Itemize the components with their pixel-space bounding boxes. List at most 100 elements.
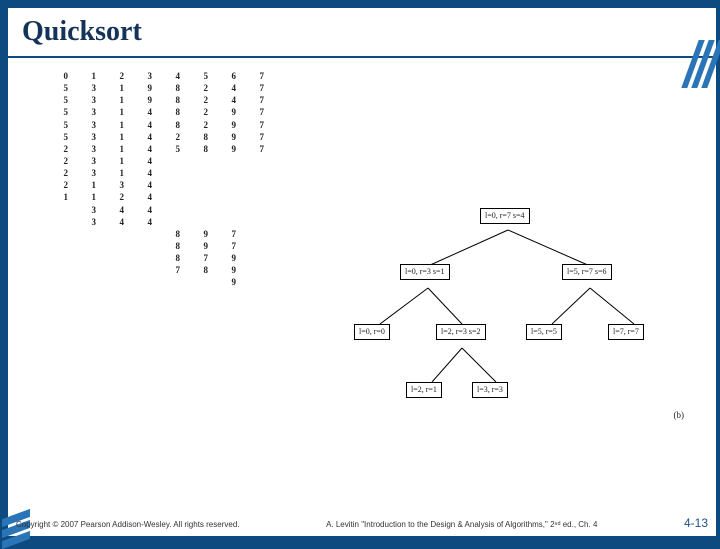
table-cell (194, 155, 208, 167)
table-cell: 5 (54, 82, 68, 94)
table-cell: 1 (110, 167, 124, 179)
table-header-cell: 6 (222, 70, 236, 82)
table-cell (138, 264, 152, 276)
table-cell (110, 228, 124, 240)
table-cell: 2 (54, 167, 68, 179)
table-cell (54, 264, 68, 276)
table-cell (222, 179, 236, 191)
table-row: 53198247 (54, 82, 344, 94)
table-row: 2314 (54, 167, 344, 179)
tree-node: l=0, r=3 s=1 (400, 264, 450, 280)
tree-sublabel: (b) (674, 410, 685, 420)
table-cell: 8 (166, 119, 180, 131)
table-cell: 7 (250, 143, 264, 155)
table-cell (54, 240, 68, 252)
table-cell: 9 (138, 82, 152, 94)
table-row: 897 (54, 240, 344, 252)
table-cell: 4 (138, 167, 152, 179)
table-header-cell: 1 (82, 70, 96, 82)
table-cell (194, 179, 208, 191)
table-cell: 3 (82, 131, 96, 143)
tree-node: l=3, r=3 (472, 382, 508, 398)
footer: Copyright © 2007 Pearson Addison-Wesley.… (16, 516, 708, 530)
table-cell: 8 (194, 143, 208, 155)
table-cell (250, 191, 264, 203)
table-cell: 1 (110, 119, 124, 131)
table-cell (54, 228, 68, 240)
table-cell: 4 (138, 119, 152, 131)
table-header-cell: 4 (166, 70, 180, 82)
table-cell: 4 (138, 191, 152, 203)
table-cell: 3 (110, 179, 124, 191)
table-cell (250, 179, 264, 191)
table-cell: 1 (110, 106, 124, 118)
table-cell (222, 155, 236, 167)
table-cell (82, 252, 96, 264)
table-cell: 4 (138, 131, 152, 143)
table-cell (250, 240, 264, 252)
table-cell: 7 (250, 94, 264, 106)
table-cell (166, 204, 180, 216)
table-cell: 8 (166, 82, 180, 94)
table-cell: 9 (222, 143, 236, 155)
table-cell: 8 (166, 94, 180, 106)
table-cell (222, 167, 236, 179)
table-cell: 9 (222, 264, 236, 276)
table-cell: 2 (194, 82, 208, 94)
table-cell: 7 (250, 106, 264, 118)
table-cell: 4 (138, 143, 152, 155)
table-row: 2314 (54, 155, 344, 167)
table-cell (138, 228, 152, 240)
table-cell: 3 (82, 94, 96, 106)
tree-edges (338, 206, 678, 416)
table-cell: 1 (82, 191, 96, 203)
table-cell (222, 191, 236, 203)
table-cell: 1 (110, 82, 124, 94)
table-cell (250, 276, 264, 288)
table-cell: 7 (166, 264, 180, 276)
table-cell (166, 216, 180, 228)
table-cell: 2 (54, 179, 68, 191)
table-cell: 9 (222, 131, 236, 143)
table-cell: 8 (194, 264, 208, 276)
table-cell: 3 (82, 155, 96, 167)
table-cell: 4 (138, 106, 152, 118)
table-row: 344 (54, 216, 344, 228)
table-cell: 9 (222, 276, 236, 288)
tree-node: l=2, r=3 s=2 (436, 324, 486, 340)
table-cell: 5 (54, 94, 68, 106)
table-cell: 2 (54, 155, 68, 167)
table-row: 897 (54, 228, 344, 240)
table-row: 53148297 (54, 106, 344, 118)
recursion-tree: l=0, r=7 s=4 l=0, r=3 s=1 l=5, r=7 s=6 l… (338, 206, 678, 416)
table-cell: 8 (166, 252, 180, 264)
tree-node: l=7, r=7 (608, 324, 644, 340)
table-cell: 7 (250, 119, 264, 131)
table-row: 1124 (54, 191, 344, 203)
table-row: 53142897 (54, 131, 344, 143)
table-cell: 5 (54, 106, 68, 118)
table-cell: 3 (82, 143, 96, 155)
table-cell (166, 155, 180, 167)
table-cell: 1 (110, 131, 124, 143)
table-cell (54, 276, 68, 288)
table-cell (54, 252, 68, 264)
table-cell: 3 (82, 106, 96, 118)
table-row: 23145897 (54, 143, 344, 155)
table-header-cell: 3 (138, 70, 152, 82)
table-cell (166, 191, 180, 203)
table-cell: 1 (110, 143, 124, 155)
decoration-stripes-top-right (686, 40, 716, 93)
table-cell: 9 (138, 94, 152, 106)
table-cell (54, 204, 68, 216)
table-cell: 2 (54, 143, 68, 155)
quicksort-trace-table: 01234567 5319824753198247531482975314829… (54, 70, 344, 289)
table-header-row: 01234567 (54, 70, 344, 82)
table-cell: 3 (82, 119, 96, 131)
table-cell (250, 264, 264, 276)
table-row: 53148297 (54, 119, 344, 131)
tree-node: l=5, r=5 (526, 324, 562, 340)
table-cell (110, 240, 124, 252)
table-cell: 4 (110, 204, 124, 216)
table-cell: 3 (82, 82, 96, 94)
